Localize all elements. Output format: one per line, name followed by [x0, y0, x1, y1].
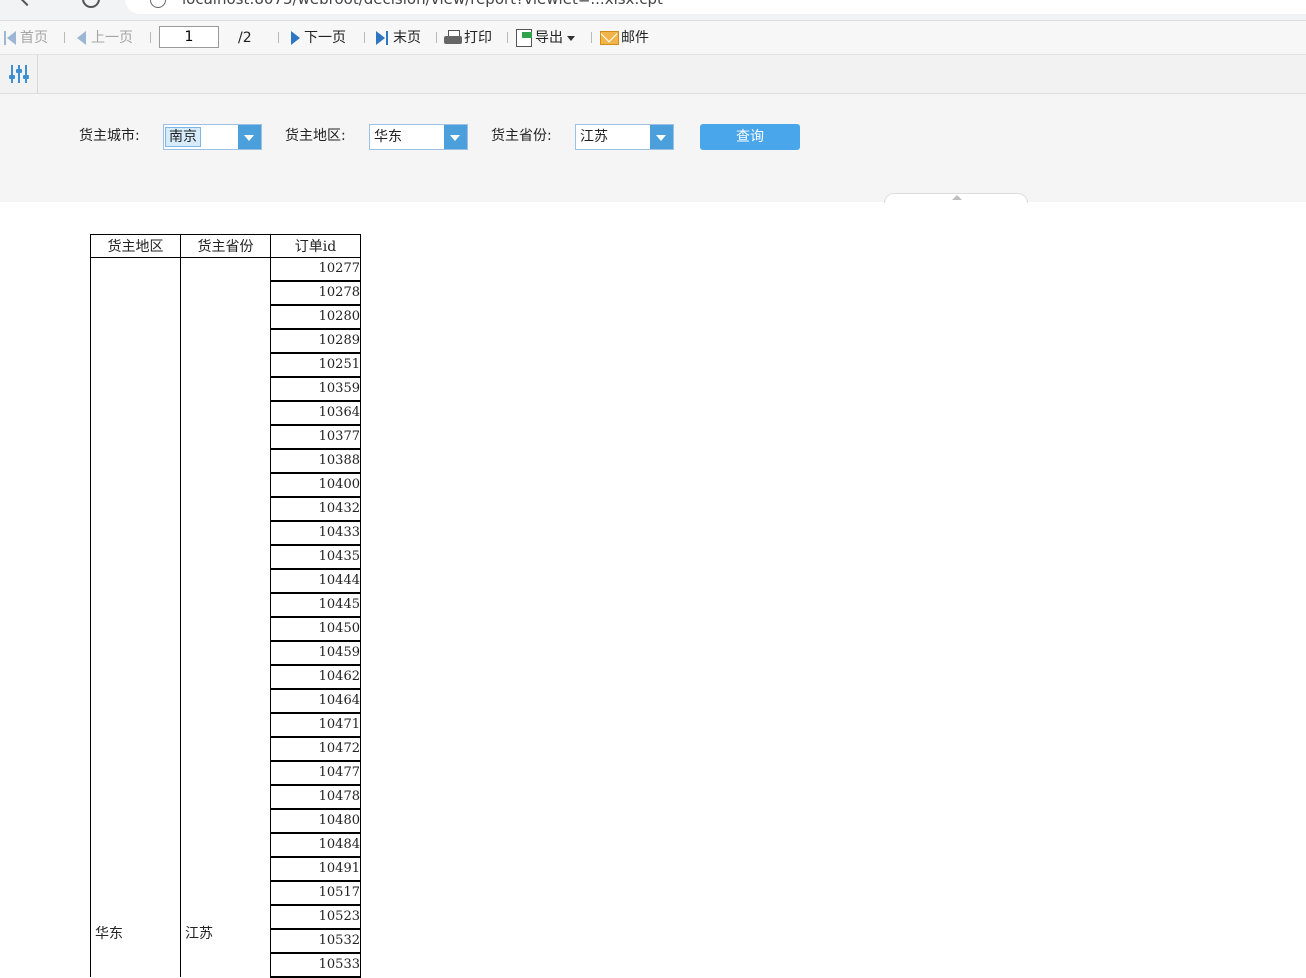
header-province: 货主省份 [180, 234, 271, 258]
first-page-label: 首页 [20, 30, 48, 46]
dropdown-arrow-icon[interactable] [238, 125, 261, 149]
query-button[interactable]: 查询 [700, 124, 800, 150]
toolbar-separator [591, 32, 592, 43]
toolbar-separator [150, 32, 151, 43]
report-toolbar: 首页 上一页 /2 下一页 末页 打印 导出 邮件 [0, 21, 1306, 55]
table-row: 华东 江苏 10277 [90, 257, 361, 977]
export-button[interactable]: 导出 [516, 28, 575, 48]
order-id-cell: 10289 [270, 328, 361, 354]
mail-button[interactable]: 邮件 [600, 28, 649, 48]
region-cell: 华东 [90, 257, 181, 977]
order-id-cell: 10462 [270, 664, 361, 690]
export-label: 导出 [535, 30, 563, 46]
next-page-button[interactable]: 下一页 [290, 28, 346, 48]
first-page-icon [4, 31, 16, 45]
print-label: 打印 [464, 30, 492, 46]
table-header-row: 货主地区 货主省份 订单id [90, 234, 361, 258]
order-id-cell: 10400 [270, 472, 361, 498]
prev-page-icon [77, 31, 87, 45]
toolbar-separator [364, 32, 365, 43]
order-id-cell: 10277 [270, 257, 361, 282]
prev-page-button[interactable]: 上一页 [77, 28, 133, 48]
printer-icon [444, 30, 462, 46]
order-id-cell: 10445 [270, 592, 361, 618]
page-number-input[interactable] [159, 26, 219, 48]
toolbar-separator [278, 32, 279, 43]
back-arrow-icon[interactable] [18, 0, 36, 8]
order-id-cell: 10478 [270, 784, 361, 810]
page-total: /2 [238, 30, 252, 46]
chevron-down-icon [567, 35, 575, 41]
order-id-cell: 10433 [270, 520, 361, 546]
parameter-panel: 货主城市: 南京 货主地区: 华东 货主省份: 江苏 查询 [0, 94, 1306, 202]
order-id-cell: 10450 [270, 616, 361, 642]
order-id-cell: 10251 [270, 352, 361, 378]
order-id-cell: 10472 [270, 736, 361, 762]
order-id-cell: 10517 [270, 880, 361, 906]
order-id-cell: 10464 [270, 688, 361, 714]
order-id-cell: 10377 [270, 424, 361, 450]
first-page-button[interactable]: 首页 [4, 28, 48, 48]
city-label: 货主城市: [79, 128, 140, 144]
region-combo[interactable]: 华东 [369, 124, 468, 150]
province-label: 货主省份: [491, 128, 552, 144]
last-page-button[interactable]: 末页 [376, 28, 421, 48]
order-id-cell: 10432 [270, 496, 361, 522]
print-button[interactable]: 打印 [444, 28, 492, 48]
order-id-cell: 10388 [270, 448, 361, 474]
city-combo[interactable]: 南京 [163, 124, 262, 150]
next-page-icon [290, 31, 300, 45]
url-text[interactable]: localhost:8075/webroot/decision/view/rep… [182, 0, 663, 8]
parameter-panel-toggle[interactable] [0, 55, 38, 93]
order-id-cell: 10477 [270, 760, 361, 786]
province-value: 江苏 [580, 129, 608, 145]
region-label: 货主地区: [285, 128, 346, 144]
report-table: 货主地区 货主省份 订单id 华东 江苏 10277 10278 10280 10289 1… [90, 234, 361, 978]
province-combo[interactable]: 江苏 [575, 124, 674, 150]
header-region: 货主地区 [90, 234, 181, 258]
reload-icon[interactable] [82, 0, 100, 8]
dropdown-arrow-icon[interactable] [650, 125, 673, 149]
order-id-cell: 10278 [270, 280, 361, 306]
dropdown-arrow-icon[interactable] [444, 125, 467, 149]
order-id-cell: 10491 [270, 856, 361, 882]
region-value: 华东 [374, 129, 402, 145]
mail-icon [600, 31, 619, 45]
toolbar-separator [507, 32, 508, 43]
order-id-cell: 10480 [270, 808, 361, 834]
order-id-cell: 10484 [270, 832, 361, 858]
header-order-id: 订单id [270, 234, 361, 258]
browser-address-bar: localhost:8075/webroot/decision/view/rep… [0, 0, 1306, 21]
last-page-label: 末页 [393, 30, 421, 46]
order-id-cell: 10532 [270, 928, 361, 954]
mail-label: 邮件 [621, 30, 649, 46]
next-page-label: 下一页 [304, 30, 346, 46]
toolbar-separator [64, 32, 65, 43]
order-id-cell: 10364 [270, 400, 361, 426]
order-id-cell: 10359 [270, 376, 361, 402]
toolbar-separator [436, 32, 437, 43]
order-id-cell: 10471 [270, 712, 361, 738]
prev-page-label: 上一页 [91, 30, 133, 46]
order-id-cell: 10435 [270, 544, 361, 570]
order-id-cell: 10280 [270, 304, 361, 330]
parameter-panel-header [0, 55, 1306, 94]
last-page-icon [376, 31, 389, 45]
collapse-panel-tab[interactable] [884, 193, 1028, 203]
sliders-icon [9, 65, 29, 83]
order-id-cell: 10523 [270, 904, 361, 930]
export-icon [516, 29, 532, 47]
province-cell: 江苏 [180, 257, 271, 977]
order-id-cell: 10444 [270, 568, 361, 594]
city-value: 南京 [165, 127, 201, 147]
order-id-cell: 10459 [270, 640, 361, 666]
